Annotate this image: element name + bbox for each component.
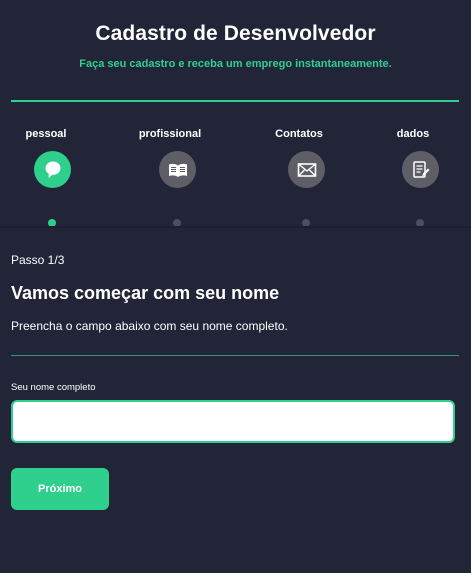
form-header: Cadastro de Desenvolvedor Faça seu cadas… [0,0,471,228]
page-subtitle: Faça seu cadastro e receba um emprego in… [79,58,392,70]
header-divider [11,100,459,102]
document-edit-icon [412,160,430,180]
form-description: Preencha o campo abaixo com seu nome com… [11,319,288,333]
page-title: Cadastro de Desenvolvedor [95,22,376,45]
step-counter: Passo 1/3 [11,253,65,267]
form-divider [11,355,459,356]
step-label-contatos: Contatos [275,128,323,140]
full-name-input[interactable] [11,400,455,443]
step-contatos-button[interactable] [288,151,325,188]
step-label-pessoal: pessoal [25,128,67,140]
chat-bubble-icon [44,160,62,180]
envelope-icon [297,162,317,178]
header-bottom-divider [0,226,471,228]
step-profissional-button[interactable] [159,151,196,188]
form-heading: Vamos começar com seu nome [11,283,280,303]
next-button[interactable]: Próximo [11,468,109,510]
step-label-profissional: profissional [138,128,202,140]
name-field-label: Seu nome completo [11,382,96,393]
step-label-dados: dados [396,128,430,140]
book-icon [168,162,188,178]
step-dados-button[interactable] [402,151,439,188]
step-pessoal-button[interactable] [34,151,71,188]
